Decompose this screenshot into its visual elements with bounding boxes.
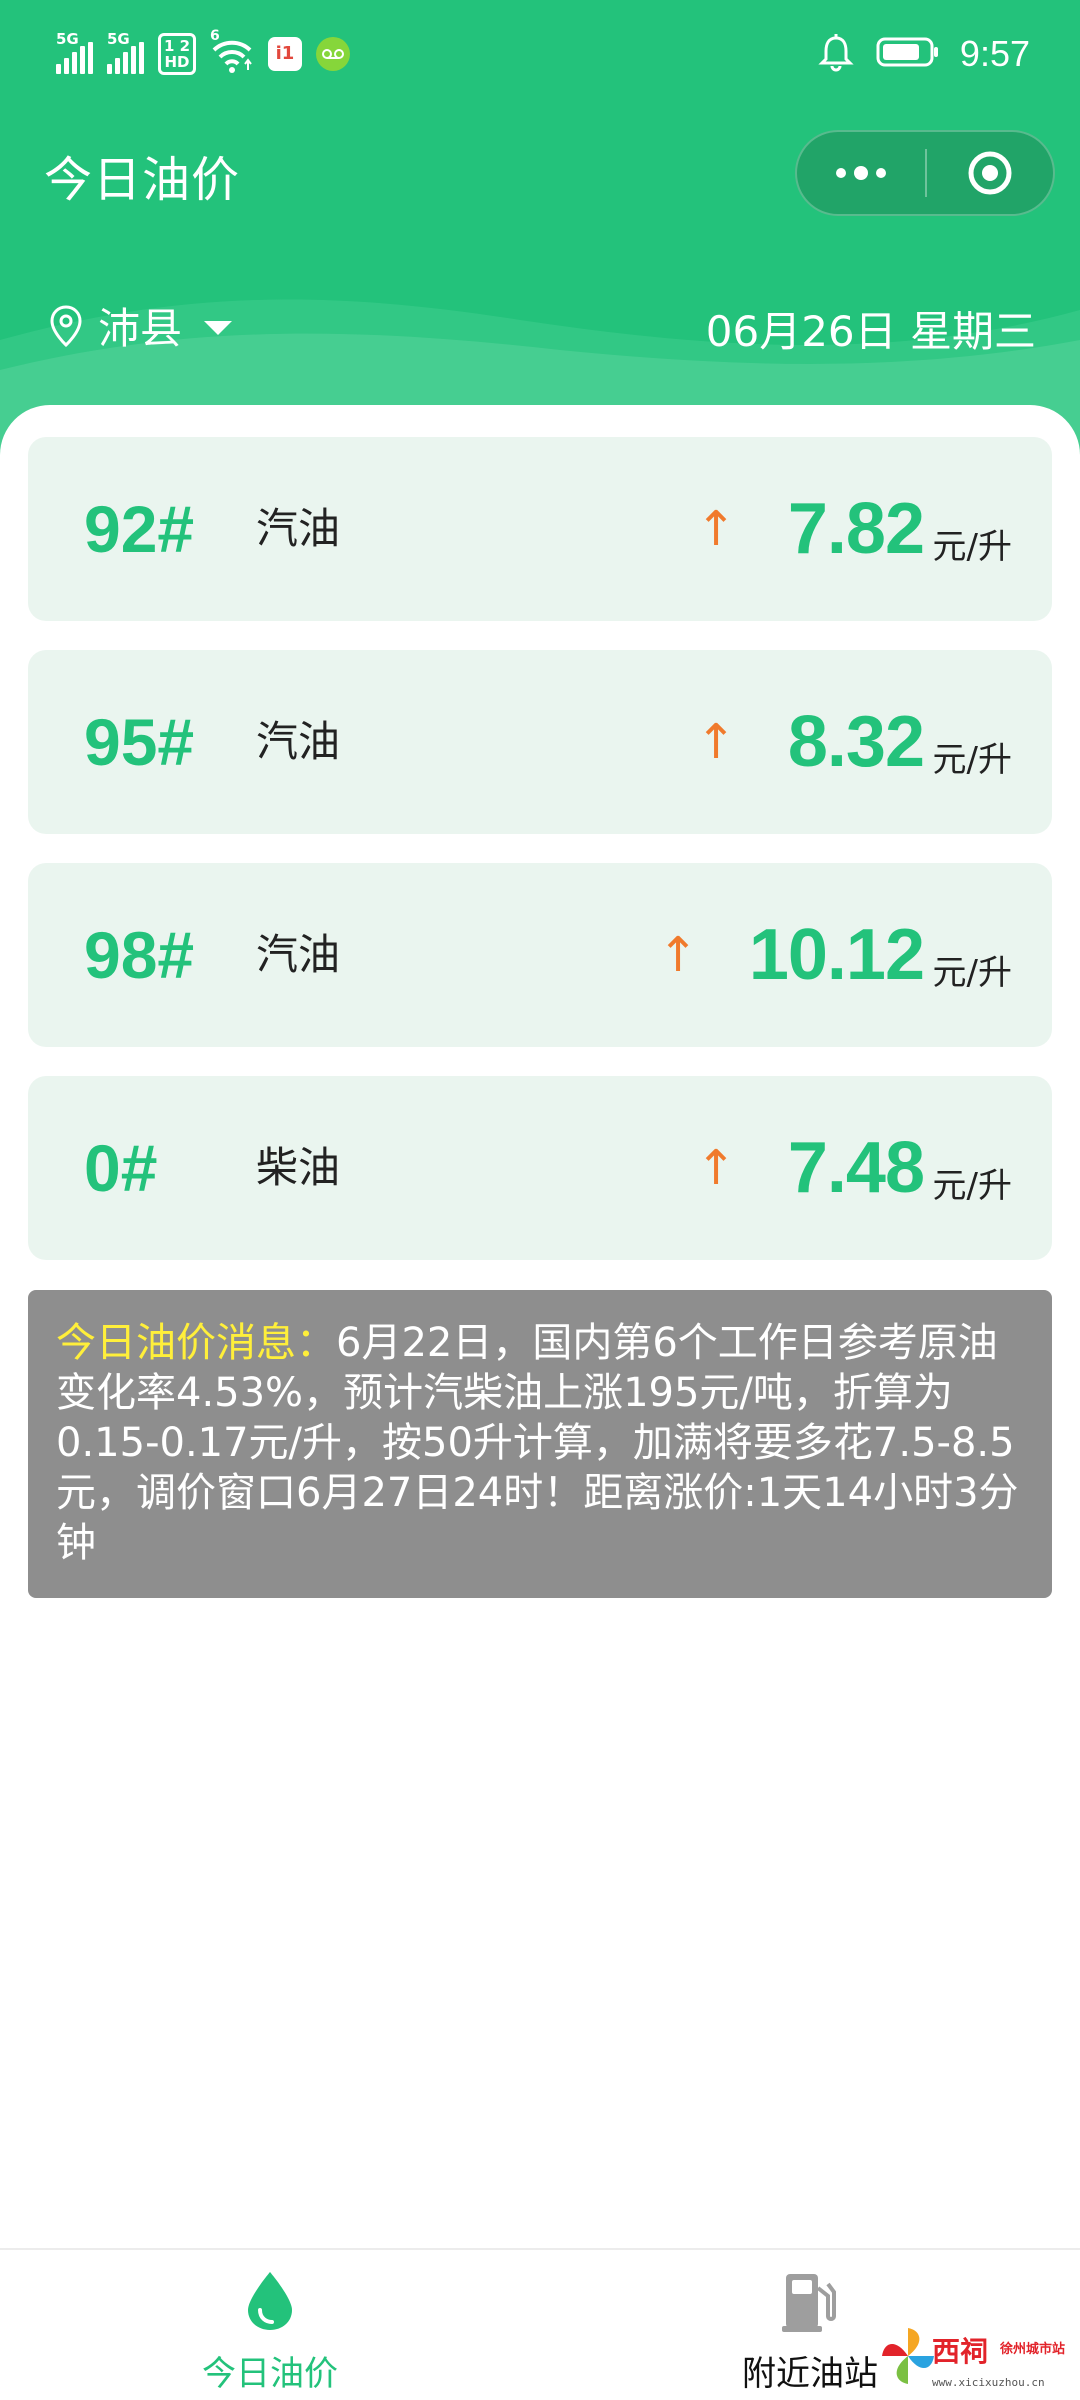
price-card-98: 98# 汽油 ↑ 10.12 元/升 [28,863,1052,1047]
current-date: 06月26日 星期三 [705,307,1036,356]
watermark-logo: 西祠 徐州城市站 www.xicixuzhou.cn [880,2320,1080,2400]
clock-time: 9:57 [959,33,1030,74]
fuel-type: 汽油 [256,717,341,766]
price-unit: 元/升 [932,527,1012,567]
price-up-arrow-icon: ↑ [696,714,737,770]
fuel-type: 汽油 [256,930,341,979]
battery-icon [876,36,940,72]
price-card-95: 95# 汽油 ↑ 8.32 元/升 [28,650,1052,834]
fuel-type: 柴油 [256,1143,341,1192]
fuel-price: 8.32 [787,702,925,782]
cellular-signal-1-icon: 5G [56,30,93,74]
price-unit: 元/升 [932,1166,1012,1206]
location-selector[interactable]: 沛县 [48,295,233,356]
oil-price-news: 今日油价消息：6月22日，国内第6个工作日参考原油变化率4.53%，预计汽柴油上… [28,1290,1052,1598]
oil-price-page: 5G 5G 1 2 HD 6 i1 9:57 今日油价 沛县 06月26日 星期… [0,0,1080,2400]
dot-icon [836,168,846,178]
status-bar: 5G 5G 1 2 HD 6 i1 9:57 [0,0,1080,110]
voicemail-icon [316,37,350,71]
fuel-grade: 98# [84,918,195,992]
close-mini-program-button[interactable] [927,132,1053,214]
location-pin-icon [50,304,82,347]
price-up-arrow-icon: ↑ [696,501,737,557]
fuel-grade: 95# [84,705,195,779]
pinwheel-logo-icon [882,2328,934,2384]
tab-today-price[interactable]: 今日油价 [140,2250,400,2400]
wifi-icon: 6 [210,28,254,74]
price-card-0-diesel: 0# 柴油 ↑ 7.48 元/升 [28,1076,1052,1260]
fuel-price: 10.12 [748,915,925,995]
dropdown-caret-icon [204,320,233,335]
cellular-signal-2-icon: 5G [107,30,144,74]
fuel-price: 7.48 [787,1128,925,1208]
mini-program-capsule [795,130,1055,216]
fuel-type: 汽油 [256,504,341,553]
news-label: 今日油价消息： [56,1320,336,1366]
notification-app-icon: i1 [268,37,302,71]
dot-icon [854,166,868,180]
city-name: 沛县 [98,304,183,353]
gas-pump-icon [782,2274,836,2332]
more-options-button[interactable] [797,132,925,214]
dot-icon [876,168,886,178]
alarm-bell-icon [816,32,856,76]
price-unit: 元/升 [932,953,1012,993]
fuel-grade: 0# [84,1131,158,1205]
target-circle-icon [968,151,1012,195]
price-unit: 元/升 [932,740,1012,780]
price-up-arrow-icon: ↑ [696,1140,737,1196]
oil-drop-icon [248,2272,292,2330]
fuel-price: 7.82 [787,489,925,569]
page-title: 今日油价 [44,152,241,208]
tab-label: 今日油价 [202,2354,338,2394]
price-card-92: 92# 汽油 ↑ 7.82 元/升 [28,437,1052,621]
hd-call-icon: 1 2 HD [158,33,196,75]
fuel-grade: 92# [84,492,195,566]
price-up-arrow-icon: ↑ [658,927,699,983]
